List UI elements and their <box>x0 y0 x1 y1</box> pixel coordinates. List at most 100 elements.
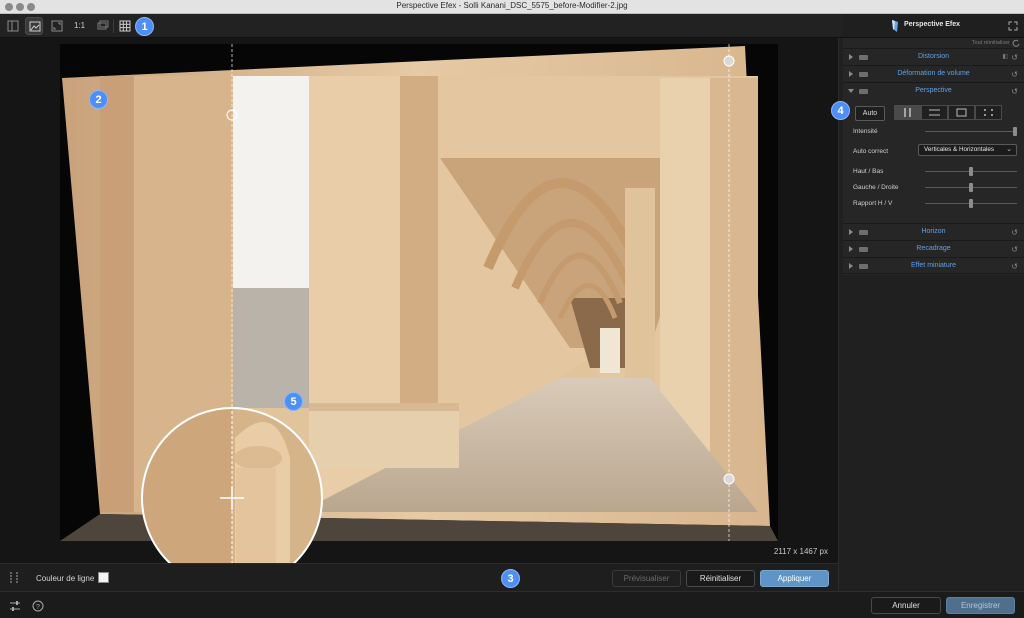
callout-badge-1: 1 <box>135 17 154 36</box>
callout-badge-5: 5 <box>284 392 303 411</box>
expand-arrow-icon[interactable] <box>849 246 853 252</box>
reset-icon[interactable]: ↺ <box>1011 228 1018 237</box>
intensity-label: Intensité <box>853 128 878 135</box>
vertical-guides-icon[interactable] <box>8 571 20 585</box>
top-toolbar: 1:1 1 <box>0 14 842 38</box>
options-bar: Couleur de ligne 3 Prévisualiser Réiniti… <box>0 563 838 591</box>
help-icon[interactable]: ? <box>32 600 44 612</box>
chevron-down-icon: ⌄ <box>1006 146 1012 153</box>
reset-icon[interactable]: ↺ <box>1011 70 1018 79</box>
panel-header: Perspective Efex <box>842 14 1024 38</box>
reset-icon[interactable]: ↺ <box>1011 87 1018 96</box>
footer: ? Annuler Enregistrer <box>0 591 1024 618</box>
intensity-slider[interactable] <box>925 127 1017 136</box>
cancel-button[interactable]: Annuler <box>871 597 941 614</box>
expand-arrow-icon[interactable] <box>849 263 853 269</box>
expand-arrow-icon[interactable] <box>849 229 853 235</box>
window-title: Perspective Efex - Solli Kanani_DSC_5575… <box>396 1 628 10</box>
grid-toggle-button[interactable] <box>116 17 134 35</box>
section-title: Recadrage <box>916 245 951 252</box>
four-points-icon <box>984 109 993 116</box>
section-toggle[interactable] <box>859 230 868 235</box>
image-canvas[interactable]: 2 5 2117 x 1467 px <box>0 38 838 563</box>
compare-view-button[interactable] <box>93 17 111 35</box>
slider-knob[interactable] <box>969 183 973 192</box>
expand-arrow-icon[interactable] <box>849 71 853 77</box>
reset-button[interactable]: Réinitialiser <box>686 570 755 587</box>
title-bar: Perspective Efex - Solli Kanani_DSC_5575… <box>0 0 1024 14</box>
section-distorsion[interactable]: Distorsion ◧ ↺ <box>843 48 1024 65</box>
apply-button[interactable]: Appliquer <box>760 570 829 587</box>
slider-knob[interactable] <box>969 199 973 208</box>
reset-icon[interactable]: ↺ <box>1011 53 1018 62</box>
mode-rectangle-button[interactable] <box>948 105 975 120</box>
mode-horizontal-button[interactable] <box>921 105 948 120</box>
collapse-arrow-icon[interactable] <box>848 89 854 93</box>
reset-all-icon[interactable] <box>1012 39 1020 47</box>
expand-arrow-icon[interactable] <box>849 54 853 60</box>
section-toggle[interactable] <box>859 264 868 269</box>
save-button[interactable]: Enregistrer <box>946 597 1015 614</box>
settings-sliders-icon[interactable] <box>9 600 21 612</box>
svg-text:?: ? <box>36 604 40 611</box>
sidebar-toggle-button[interactable] <box>4 17 22 35</box>
haut-bas-label: Haut / Bas <box>853 168 884 175</box>
slider-knob[interactable] <box>969 167 973 176</box>
section-toggle[interactable] <box>859 72 868 77</box>
line-color-label: Couleur de ligne <box>36 574 95 583</box>
one-to-one-label: 1:1 <box>74 21 86 30</box>
image-icon <box>29 21 41 32</box>
auto-button[interactable]: Auto <box>855 106 885 121</box>
reset-icon[interactable]: ↺ <box>1011 245 1018 254</box>
line-color-swatch[interactable] <box>98 572 109 583</box>
sidebar-icon <box>7 20 19 32</box>
fit-icon <box>51 20 63 32</box>
section-title: Distorsion <box>917 53 950 60</box>
gauche-droite-slider[interactable] <box>925 183 1017 192</box>
callout-badge-3: 3 <box>501 569 520 588</box>
perspective-efex-logo-icon <box>892 20 898 32</box>
actual-size-button[interactable]: 1:1 <box>70 17 88 35</box>
section-recadrage[interactable]: Recadrage ↺ <box>843 240 1024 257</box>
section-title: Déformation de volume <box>897 70 970 77</box>
panel-title: Perspective Efex <box>904 21 961 28</box>
section-effet-miniature[interactable]: Effet miniature ↺ <box>843 257 1024 274</box>
haut-bas-slider[interactable] <box>925 167 1017 176</box>
reset-icon[interactable]: ↺ <box>1011 262 1018 271</box>
auto-correct-select[interactable]: Verticales & Horizontales ⌄ <box>918 144 1017 156</box>
image-dimensions: 2117 x 1467 px <box>773 547 828 556</box>
adjustments-panel: Tout réinitialiser Distorsion ◧ ↺ Déform… <box>831 38 1024 591</box>
callout-badge-2: 2 <box>89 90 108 109</box>
reset-all-link[interactable]: Tout réinitialiser <box>843 38 1024 48</box>
callout-badge-4: 4 <box>831 101 850 120</box>
section-toggle[interactable] <box>859 247 868 252</box>
mode-vertical-button[interactable] <box>894 105 921 120</box>
grid-icon <box>119 20 131 32</box>
horizontal-lines-icon <box>929 109 940 116</box>
section-title: Horizon <box>921 228 946 235</box>
single-view-button[interactable] <box>25 17 43 35</box>
photo-preview[interactable] <box>0 38 838 563</box>
gauche-droite-label: Gauche / Droite <box>853 184 899 191</box>
mode-points-button[interactable] <box>975 105 1002 120</box>
section-toggle[interactable] <box>859 55 868 60</box>
rapport-label: Rapport H / V <box>853 200 893 207</box>
preview-button[interactable]: Prévisualiser <box>612 570 681 587</box>
section-horizon[interactable]: Horizon ↺ <box>843 223 1024 240</box>
auto-correct-label: Auto correct <box>853 148 889 155</box>
fit-view-button[interactable] <box>48 17 66 35</box>
slider-knob[interactable] <box>1013 127 1017 136</box>
panel-empty-area <box>843 275 1024 591</box>
rapport-slider[interactable] <box>925 199 1017 208</box>
section-toggle[interactable] <box>859 89 868 94</box>
rectangle-icon <box>956 108 967 117</box>
toolbar-divider <box>113 19 114 33</box>
section-perspective[interactable]: Perspective ↺ <box>843 82 1024 99</box>
section-title: Effet miniature <box>910 262 956 269</box>
section-deformation-volume[interactable]: Déformation de volume ↺ <box>843 65 1024 82</box>
fullscreen-icon[interactable] <box>1008 21 1018 31</box>
auto-correct-value: Verticales & Horizontales <box>924 146 994 153</box>
vertical-lines-icon <box>904 108 911 117</box>
reset-all-label: Tout réinitialiser <box>971 40 1010 46</box>
section-title: Perspective <box>915 87 952 94</box>
